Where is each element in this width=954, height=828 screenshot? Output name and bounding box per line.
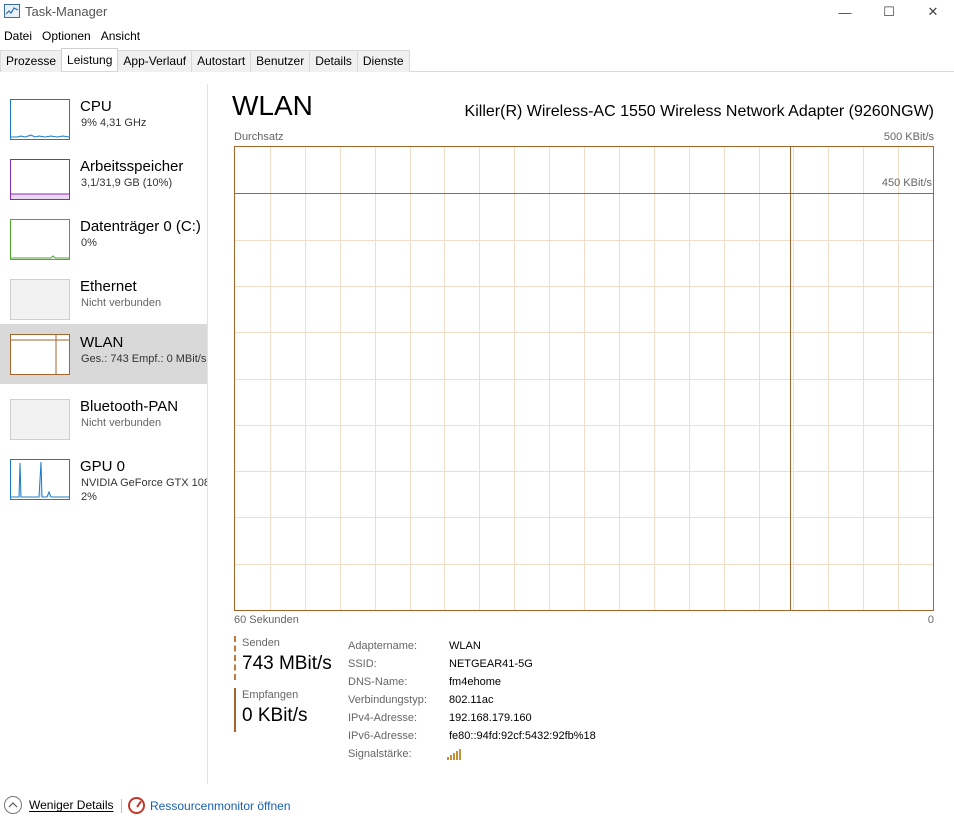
sidebar-item-value: 3,1/31,9 GB (10%) — [81, 177, 173, 189]
signal-strength-icon — [447, 748, 461, 760]
disk-thumbnail-graph — [10, 219, 70, 260]
close-icon: ✕ — [927, 4, 939, 19]
tab-autostart[interactable]: Autostart — [191, 50, 252, 72]
adapter-properties: Adaptername: WLAN SSID: NETGEAR41-5G DNS… — [348, 637, 596, 763]
page-title: WLAN — [232, 90, 313, 121]
performance-sidebar: CPU 9% 4,31 GHz Arbeitsspeicher 3,1/31,9… — [0, 84, 208, 784]
ethernet-thumbnail-graph — [10, 279, 70, 320]
property-key: IPv4-Adresse: — [348, 712, 418, 724]
menu-ansicht[interactable]: Ansicht — [97, 27, 144, 47]
sidebar-item-wlan[interactable]: WLAN Ges.: 743 Empf.: 0 MBit/s — [0, 324, 207, 384]
menu-bar: Datei Optionen Ansicht — [0, 27, 146, 47]
sidebar-item-value: Ges.: 743 Empf.: 0 MBit/s — [81, 353, 207, 365]
resource-monitor-label: Ressourcenmonitor öffnen — [150, 798, 291, 813]
tab-benutzer[interactable]: Benutzer — [250, 50, 311, 72]
minimize-button[interactable]: — — [822, 0, 868, 24]
property-row: IPv6-Adresse: fe80::94fd:92cf:5432:92fb%… — [348, 727, 596, 745]
wlan-thumbnail-graph — [10, 334, 70, 375]
chevron-up-icon — [4, 796, 22, 814]
fewer-details-label: Weniger Details — [29, 798, 114, 812]
maximize-button[interactable]: ☐ — [866, 0, 912, 24]
property-value: 192.168.179.160 — [449, 712, 532, 724]
property-row: Verbindungstyp: 802.11ac — [348, 691, 596, 709]
cpu-thumbnail-graph — [10, 99, 70, 140]
graph-zero-label: 0 — [927, 614, 934, 626]
tab-dienste[interactable]: Dienste — [356, 50, 410, 72]
sidebar-item-value-2: 2% — [81, 491, 97, 503]
property-row: DNS-Name: fm4ehome — [348, 673, 596, 691]
minimize-icon: — — [838, 4, 852, 20]
receive-value: 0 KBit/s — [242, 705, 308, 726]
property-value: WLAN — [449, 640, 481, 652]
tab-leistung[interactable]: Leistung — [61, 48, 119, 71]
graph-label: Durchsatz — [234, 131, 284, 143]
sidebar-item-arbeitsspeicher[interactable]: Arbeitsspeicher 3,1/31,9 GB (10%) — [0, 150, 207, 210]
menu-optionen[interactable]: Optionen — [38, 27, 95, 47]
property-value: 802.11ac — [449, 694, 494, 706]
sidebar-item-value: Nicht verbunden — [81, 417, 162, 429]
sidebar-item-value: 0% — [81, 237, 97, 249]
time-span-label: 60 Sekunden — [234, 614, 299, 626]
tab-details[interactable]: Details — [309, 50, 358, 72]
sidebar-item-label: WLAN — [80, 334, 124, 351]
property-row: Signalstärke: — [348, 745, 596, 763]
sidebar-item-label: Bluetooth-PAN — [80, 398, 179, 415]
sidebar-item-datentraeger[interactable]: Datenträger 0 (C:) 0% — [0, 210, 207, 270]
gpu-thumbnail-graph — [10, 459, 70, 500]
sidebar-item-label: Ethernet — [80, 278, 137, 295]
graph-marker-label: 450 KBit/s — [881, 177, 932, 189]
resource-monitor-link[interactable]: Ressourcenmonitor öffnen — [128, 797, 291, 814]
property-key: Signalstärke: — [348, 748, 412, 760]
maximize-icon: ☐ — [883, 4, 895, 19]
fewer-details-button[interactable]: Weniger Details — [4, 796, 113, 814]
property-value: fe80::94fd:92cf:5432:92fb%18 — [449, 730, 596, 742]
graph-max-label: 500 KBit/s — [883, 131, 934, 143]
adapter-name-heading: Killer(R) Wireless-AC 1550 Wireless Netw… — [464, 103, 934, 120]
property-key: Verbindungstyp: — [348, 694, 427, 706]
sidebar-item-label: Arbeitsspeicher — [80, 158, 184, 175]
send-stat: Senden 743 MBit/s — [234, 636, 332, 680]
sidebar-item-bluetooth-pan[interactable]: Bluetooth-PAN Nicht verbunden — [0, 390, 207, 450]
task-manager-icon — [4, 4, 20, 18]
sidebar-item-value: 9% 4,31 GHz — [81, 117, 147, 129]
window-title: Task-Manager — [25, 4, 108, 19]
sidebar-item-ethernet[interactable]: Ethernet Nicht verbunden — [0, 270, 207, 330]
property-row: SSID: NETGEAR41-5G — [348, 655, 596, 673]
close-button[interactable]: ✕ — [910, 0, 954, 24]
tab-app-verlauf[interactable]: App-Verlauf — [117, 50, 193, 72]
sidebar-item-label: GPU 0 — [80, 458, 126, 475]
send-value: 743 MBit/s — [242, 653, 332, 674]
tab-prozesse[interactable]: Prozesse — [0, 50, 63, 72]
sidebar-item-cpu[interactable]: CPU 9% 4,31 GHz — [0, 90, 207, 150]
property-key: IPv6-Adresse: — [348, 730, 418, 742]
bluetooth-thumbnail-graph — [10, 399, 70, 440]
menu-datei[interactable]: Datei — [0, 27, 36, 47]
tab-bar: Prozesse Leistung App-Verlauf Autostart … — [0, 48, 954, 72]
title-bar: Task-Manager — ☐ ✕ — [0, 0, 954, 26]
sidebar-item-value: Nicht verbunden — [81, 297, 162, 309]
sidebar-item-gpu[interactable]: GPU 0 NVIDIA GeForce GTX 1080 2% — [0, 450, 207, 510]
property-value: fm4ehome — [449, 676, 501, 688]
throughput-graph-svg — [235, 147, 933, 610]
memory-thumbnail-graph — [10, 159, 70, 200]
property-key: SSID: — [348, 658, 377, 670]
sidebar-item-label: Datenträger 0 (C:) — [80, 218, 201, 235]
property-key: Adaptername: — [348, 640, 418, 652]
property-value: NETGEAR41-5G — [449, 658, 533, 670]
send-label: Senden — [242, 637, 280, 649]
property-key: DNS-Name: — [348, 676, 408, 688]
property-row: IPv4-Adresse: 192.168.179.160 — [348, 709, 596, 727]
sidebar-item-label: CPU — [80, 98, 112, 115]
footer: Weniger Details Ressourcenmonitor öffnen — [0, 792, 954, 820]
property-row: Adaptername: WLAN — [348, 637, 596, 655]
footer-divider — [121, 799, 122, 813]
receive-label: Empfangen — [242, 689, 299, 701]
resource-monitor-icon — [128, 797, 145, 814]
sidebar-item-value: NVIDIA GeForce GTX 1080 — [81, 477, 207, 489]
receive-stat: Empfangen 0 KBit/s — [234, 688, 307, 732]
throughput-graph — [234, 146, 934, 611]
